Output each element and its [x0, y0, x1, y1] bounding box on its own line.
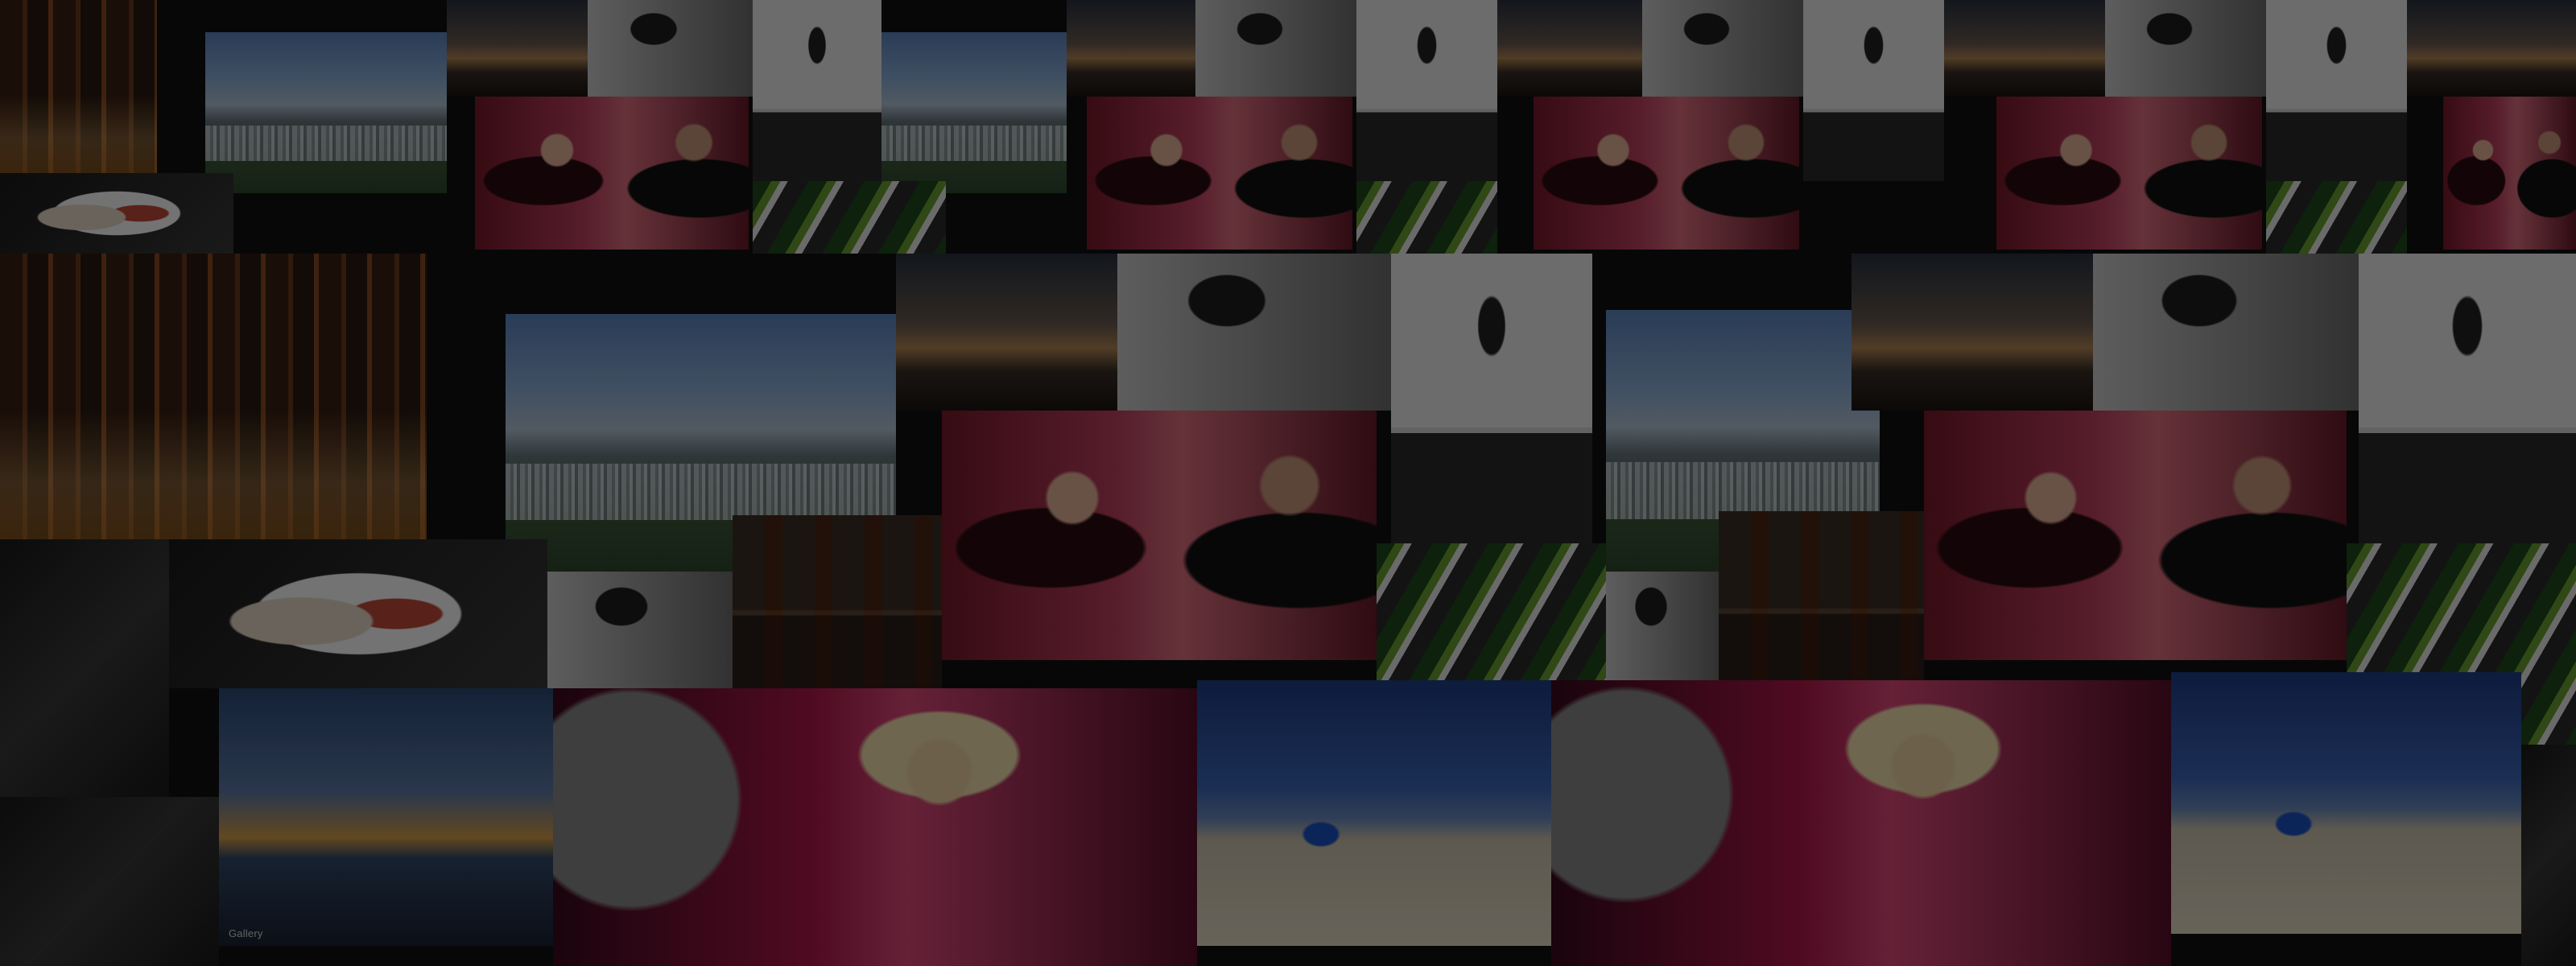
- couple-wine-repeat-4: [2443, 97, 2576, 250]
- boy-mid-repeat: [2093, 254, 2359, 411]
- beach-umbrella-repeat-tile: [2171, 672, 2521, 934]
- graffiti-strip-3: [2266, 181, 2407, 254]
- sketch-repeat-tile-3: [2266, 0, 2407, 181]
- city-night-large-tile: [0, 254, 427, 539]
- boy-repeat-tile-3: [2105, 0, 2266, 97]
- sketch-portrait-tile: [753, 0, 881, 181]
- skater-tile: [547, 572, 733, 688]
- shanghai-night-tile: Gallery: [219, 688, 553, 946]
- skyline-repeat-tile-1: [881, 32, 1067, 193]
- beach-umbrella-tile: [1197, 680, 1551, 946]
- sketch-repeat-tile-1: [1356, 0, 1497, 181]
- food-plate-tile: [169, 539, 547, 688]
- skater-repeat-tile: [1606, 572, 1719, 688]
- couple-wine-repeat-1: [1087, 97, 1352, 250]
- couple-wine-tile: [475, 97, 749, 250]
- gallery-interior-tile: [733, 515, 942, 688]
- sunset-repeat-tile-4: [2407, 0, 2576, 97]
- sunset-repeat-tile-3: [1944, 0, 2105, 97]
- boy-mid-tile: [1117, 254, 1391, 411]
- boy-repeat-tile-1: [1195, 0, 1356, 97]
- graffiti-mid-strip: [1377, 543, 1606, 688]
- gallery-interior-repeat: [1719, 511, 1924, 688]
- city-night-small-tile: [0, 0, 157, 173]
- dj-woman-tile: [553, 688, 1197, 966]
- bottom-left-dark-tile: [0, 797, 219, 966]
- skyline-small-tile: [205, 32, 447, 193]
- couple-wine-large-tile: [942, 411, 1377, 660]
- couple-wine-repeat-3: [1996, 97, 2262, 250]
- couple-wine-large-repeat: [1924, 411, 2347, 660]
- boy-wine-tile: [588, 0, 753, 97]
- sunset-mid-repeat: [1852, 254, 2093, 411]
- dj-woman-repeat-tile: [1551, 680, 2171, 966]
- dark-window-tile: [0, 539, 169, 797]
- sunset-repeat-tile-1: [1067, 0, 1195, 97]
- graffiti-strip-2: [1356, 181, 1497, 254]
- photo-collage-background: Gallery: [0, 0, 2576, 966]
- right-edge-dark-tile: [2521, 745, 2576, 966]
- sunset-mid-tile: [896, 254, 1117, 411]
- sunset-repeat-tile-2: [1497, 0, 1642, 97]
- graffiti-strip-1: [753, 181, 946, 254]
- shanghai-caption: Gallery: [229, 927, 263, 939]
- sunset-tile: [447, 0, 588, 97]
- couple-wine-repeat-2: [1534, 97, 1799, 250]
- sketch-mid-repeat: [2359, 254, 2576, 543]
- sketch-mid-tile: [1391, 254, 1592, 543]
- food-plate-small-tile: [0, 173, 233, 254]
- boy-repeat-tile-2: [1642, 0, 1803, 97]
- sketch-repeat-tile-2: [1803, 0, 1944, 181]
